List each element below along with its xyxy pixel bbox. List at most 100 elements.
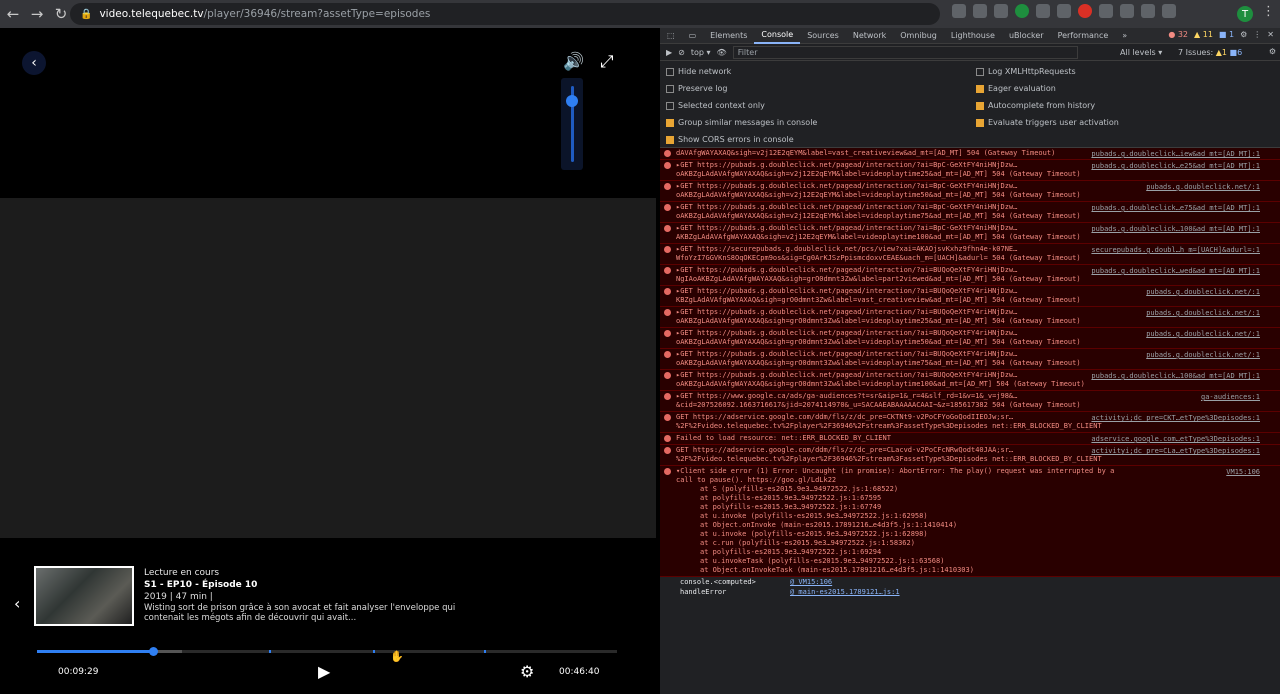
profile-avatar[interactable]: T xyxy=(1237,6,1253,22)
kebab-menu-icon[interactable]: ⋮ xyxy=(1253,30,1261,39)
extension-icon[interactable] xyxy=(1120,4,1134,18)
tab-lighthouse[interactable]: Lighthouse xyxy=(944,28,1002,44)
console-error-row[interactable]: Failed to load resource: net::ERR_BLOCKE… xyxy=(660,433,1280,445)
console-error-row[interactable]: ▸GET https://pubads.g.doubleclick.net/pa… xyxy=(660,202,1280,223)
extension-icon[interactable] xyxy=(1036,4,1050,18)
sidebar-icon[interactable] xyxy=(1162,4,1176,18)
setting-hide-network[interactable]: Hide network xyxy=(666,67,731,76)
console-error-row[interactable]: ▾Client side error (1) Error: Uncaught (… xyxy=(660,466,1280,577)
checkbox[interactable] xyxy=(976,67,984,76)
progress-thumb[interactable] xyxy=(149,647,158,656)
extension-icon[interactable] xyxy=(994,4,1008,18)
tab-more[interactable]: » xyxy=(1115,28,1134,44)
console-error-row[interactable]: GET https://adservice.google.com/ddm/fls… xyxy=(660,412,1280,433)
console-source-link[interactable]: pubads.g.doubleclick…100&ad_mt=[AD_MT]:1 xyxy=(1091,372,1260,381)
console-source-link[interactable]: pubads.g.doubleclick…e75&ad_mt=[AD_MT]:1 xyxy=(1091,204,1260,213)
checkbox[interactable] xyxy=(976,84,984,93)
console-source-link[interactable]: pubads.g.doubleclick.net/:1 xyxy=(1146,288,1260,297)
console-source-link[interactable]: VM15:106 xyxy=(1226,468,1260,477)
video-player[interactable]: ‹ 🔊 ⤢ ‹ Lecture en cours S1 - EP10 - Épi… xyxy=(0,28,656,694)
video-area[interactable] xyxy=(0,28,656,198)
console-error-row[interactable]: ▸GET https://pubads.g.doubleclick.net/pa… xyxy=(660,370,1280,391)
settings-gear-icon[interactable]: ⚙ xyxy=(520,662,534,681)
console-source-link[interactable]: @ VM15:106 xyxy=(790,578,832,586)
checkbox[interactable] xyxy=(666,84,674,93)
stack-frame[interactable]: at Object.onInvokeTask (main-es2015.1789… xyxy=(676,566,1276,575)
tab-network[interactable]: Network xyxy=(846,28,893,44)
console-source-link[interactable]: pubads.g.doubleclick…100&ad_mt=[AD_MT]:1 xyxy=(1091,225,1260,234)
device-toggle-icon[interactable]: ▭ xyxy=(682,28,704,44)
extension-icon[interactable] xyxy=(973,4,987,18)
stack-frame[interactable]: at polyfills-es2015.9e3…94972522.js:1:67… xyxy=(676,494,1276,503)
puzzle-icon[interactable] xyxy=(1141,4,1155,18)
error-count[interactable]: ● 32 xyxy=(1168,30,1188,39)
console-source-link[interactable]: pubads.g.doubleclick.net/:1 xyxy=(1146,351,1260,360)
log-levels-dropdown[interactable]: All levels ▾ xyxy=(1120,48,1162,57)
console-error-row[interactable]: GET https://adservice.google.com/ddm/fls… xyxy=(660,445,1280,466)
stack-frame[interactable]: at c.run (polyfills-es2015.9e3…94972522.… xyxy=(676,539,1276,548)
console-source-link[interactable]: adservice.google.com…etType%3Depisodes:1 xyxy=(1091,435,1260,444)
setting-group-similar-messages-in-console[interactable]: Group similar messages in console xyxy=(666,118,817,127)
gear-icon[interactable]: ⚙ xyxy=(1240,30,1247,39)
chevron-left-icon[interactable]: ‹ xyxy=(14,594,20,613)
eye-icon[interactable]: 👁 xyxy=(717,48,727,57)
kebab-menu-icon[interactable]: ⋮ xyxy=(1262,4,1275,19)
issues-button[interactable]: 7 Issues: ▲1 ■6 xyxy=(1178,48,1242,57)
extension-icon[interactable] xyxy=(1078,4,1092,18)
console-settings-icon[interactable]: ⚙ xyxy=(1269,47,1276,56)
extension-icon[interactable] xyxy=(1057,4,1071,18)
checkbox[interactable] xyxy=(666,67,674,76)
console-source-link[interactable]: pubads.g.doubleclick.net/:1 xyxy=(1146,309,1260,318)
video-frame[interactable] xyxy=(0,198,656,538)
tab-console[interactable]: Console xyxy=(754,28,801,44)
forward-icon[interactable]: → xyxy=(26,3,48,25)
inspect-icon[interactable]: ⬚ xyxy=(660,28,682,44)
console-source-link[interactable]: pubads.g.doubleclick…wed&ad_mt=[AD_MT]:1 xyxy=(1091,267,1260,276)
filter-input[interactable]: Filter xyxy=(732,45,1078,59)
sidebar-toggle-icon[interactable]: ▶ xyxy=(666,48,672,57)
console-source-link[interactable]: @ main-es2015.1789121…js:1 xyxy=(790,588,900,596)
console-error-row[interactable]: ▸GET https://pubads.g.doubleclick.net/pa… xyxy=(660,160,1280,181)
console-error-row[interactable]: ▸GET https://pubads.g.doubleclick.net/pa… xyxy=(660,286,1280,307)
console-error-row[interactable]: ▸GET https://pubads.g.doubleclick.net/pa… xyxy=(660,223,1280,244)
warning-count[interactable]: ▲ 11 xyxy=(1194,30,1213,39)
stack-frame[interactable]: at u.invoke (polyfills-es2015.9e3…949725… xyxy=(676,530,1276,539)
stack-frame[interactable]: at Object.onInvoke (main-es2015.17891216… xyxy=(676,521,1276,530)
console-source-link[interactable]: pubads.g.doubleclick…e25&ad_mt=[AD_MT]:1 xyxy=(1091,162,1260,171)
console-error-row[interactable]: ▸GET https://pubads.g.doubleclick.net/pa… xyxy=(660,307,1280,328)
back-button[interactable]: ‹ xyxy=(22,51,46,75)
stack-frame[interactable]: at polyfills-es2015.9e3…94972522.js:1:67… xyxy=(676,503,1276,512)
fullscreen-icon[interactable]: ⤢ xyxy=(600,52,614,72)
console-source-link[interactable]: ga-audiences:1 xyxy=(1201,393,1260,402)
console-source-link[interactable]: activityi;dc_pre=CLa…etType%3Depisodes:1 xyxy=(1091,447,1260,456)
setting-show-cors-errors-in-console[interactable]: Show CORS errors in console xyxy=(666,135,794,144)
console-error-row[interactable]: ▸GET https://securepubads.g.doubleclick.… xyxy=(660,244,1280,265)
console-source-link[interactable]: pubads.g.doubleclick…iew&ad_mt=[AD_MT]:1 xyxy=(1091,150,1260,159)
close-icon[interactable]: ✕ xyxy=(1267,30,1274,39)
console-error-row[interactable]: ▸GET https://pubads.g.doubleclick.net/pa… xyxy=(660,328,1280,349)
console-source-link[interactable]: activityi;dc_pre=CKT…etType%3Depisodes:1 xyxy=(1091,414,1260,423)
console-source-link[interactable]: pubads.g.doubleclick.net/:1 xyxy=(1146,183,1260,192)
tab-ublocker[interactable]: uBlocker xyxy=(1002,28,1051,44)
stack-frame[interactable]: at S (polyfills-es2015.9e3…94972522.js:1… xyxy=(676,485,1276,494)
stack-frame[interactable]: at u.invoke (polyfills-es2015.9e3…949725… xyxy=(676,512,1276,521)
clear-console-icon[interactable]: ⊘ xyxy=(678,48,685,57)
tab-elements[interactable]: Elements xyxy=(703,28,754,44)
console-error-row[interactable]: ▸GET https://pubads.g.doubleclick.net/pa… xyxy=(660,181,1280,202)
stack-frame[interactable]: at polyfills-es2015.9e3…94972522.js:1:69… xyxy=(676,548,1276,557)
setting-preserve-log[interactable]: Preserve log xyxy=(666,84,728,93)
console-error-row[interactable]: ▸GET https://pubads.g.doubleclick.net/pa… xyxy=(660,265,1280,286)
episode-thumbnail[interactable] xyxy=(34,566,134,626)
extension-icon[interactable] xyxy=(1099,4,1113,18)
setting-evaluate-triggers-user-activation[interactable]: Evaluate triggers user activation xyxy=(976,118,1119,127)
checkbox[interactable] xyxy=(666,135,674,144)
extension-icon[interactable] xyxy=(952,4,966,18)
play-button[interactable]: ▶ xyxy=(318,662,330,681)
address-bar[interactable]: 🔒 video.telequebec.tv /player/36946/stre… xyxy=(70,3,940,25)
console-error-row[interactable]: ▸GET https://www.google.ca/ads/ga-audien… xyxy=(660,391,1280,412)
checkbox[interactable] xyxy=(976,118,984,127)
setting-selected-context-only[interactable]: Selected context only xyxy=(666,101,765,110)
back-icon[interactable]: ← xyxy=(2,3,24,25)
context-selector[interactable]: top ▾ xyxy=(691,48,711,57)
setting-eager-evaluation[interactable]: Eager evaluation xyxy=(976,84,1056,93)
